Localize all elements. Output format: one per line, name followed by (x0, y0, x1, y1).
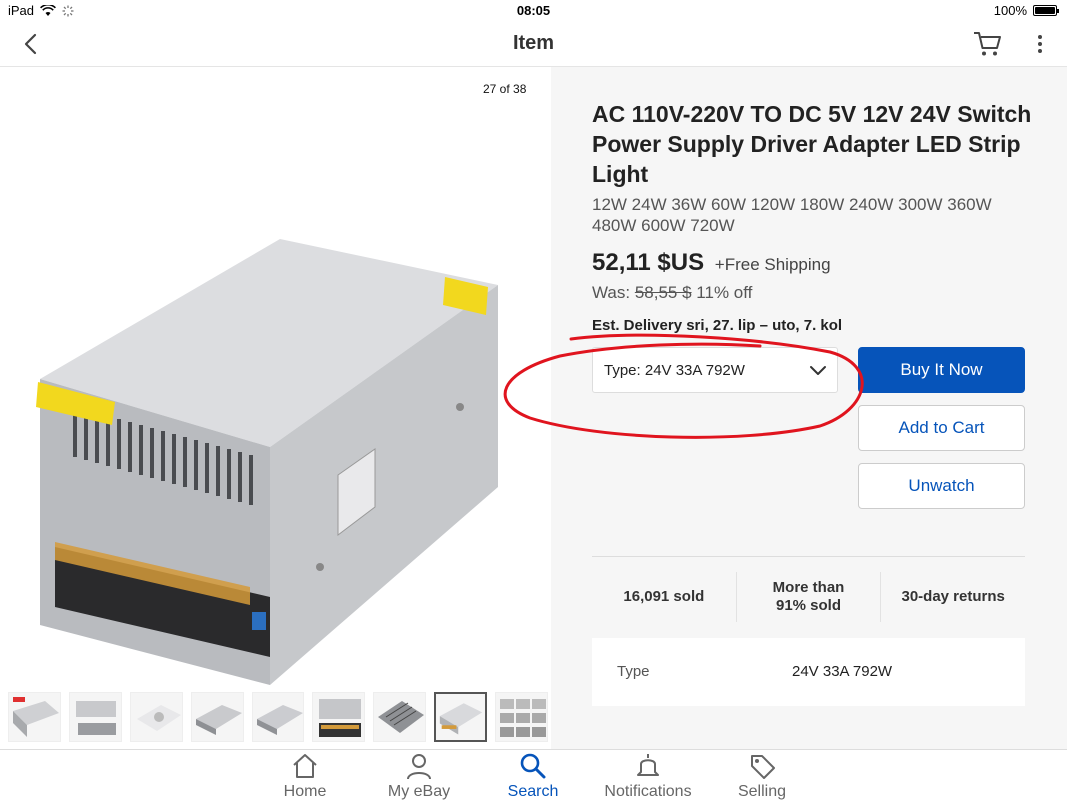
tab-search[interactable]: Search (478, 752, 588, 800)
bottom-tab-bar: Home My eBay Search Notifications Sellin… (0, 749, 1067, 800)
current-price: 52,11 $US (592, 249, 705, 276)
was-label: Was: (592, 283, 631, 302)
original-price: 58,55 $ (634, 283, 692, 302)
thumbnail-image-selected[interactable] (434, 692, 488, 742)
variation-select[interactable]: Type: 24V 33A 792W (592, 347, 838, 393)
tag-icon (751, 755, 775, 779)
estimated-delivery: Est. Delivery sri, 27. lip – uto, 7. kol (592, 317, 843, 334)
sold-percent: More than 91% sold (735, 572, 881, 622)
variation-selected-value: Type: 24V 33A 792W (604, 362, 745, 379)
thumbnail-image[interactable] (251, 692, 305, 742)
thumbnail-strip (8, 692, 549, 746)
person-icon (407, 754, 431, 780)
battery-icon (1033, 5, 1059, 16)
tab-label: My eBay (387, 783, 451, 800)
was-price-row: Was: 58,55 $ 11% off (592, 283, 752, 303)
tab-label: Notifications (604, 783, 692, 800)
thumbnail-image[interactable] (68, 692, 122, 742)
unwatch-button[interactable]: Unwatch (858, 463, 1025, 509)
sold-percent-line1: More than (772, 579, 845, 596)
item-details-panel: AC 110V-220V TO DC 5V 12V 24V Switch Pow… (551, 67, 1067, 749)
more-options-icon[interactable] (1033, 32, 1047, 56)
item-stats: 16,091 sold More than 91% sold 30-day re… (592, 572, 1025, 622)
battery-percent: 100% (993, 3, 1027, 18)
divider (592, 556, 1025, 557)
tab-home[interactable]: Home (250, 752, 360, 800)
thumbnail-image[interactable] (312, 692, 366, 742)
add-to-cart-button[interactable]: Add to Cart (858, 405, 1025, 451)
price-row: 52,11 $US +Free Shipping (592, 249, 831, 277)
thumbnail-image[interactable] (373, 692, 427, 742)
cart-icon[interactable] (973, 30, 1003, 58)
chevron-down-icon (810, 366, 826, 375)
discount-text: 11% off (696, 283, 753, 302)
thumbnail-image[interactable] (129, 692, 183, 742)
thumbnail-image[interactable] (8, 692, 61, 742)
bell-icon (637, 754, 659, 776)
status-time: 08:05 (516, 3, 551, 18)
returns-policy: 30-day returns (880, 572, 1025, 622)
thumbnail-image[interactable] (190, 692, 244, 742)
tab-label: Search (507, 783, 559, 800)
home-icon (293, 754, 317, 778)
buy-it-now-button[interactable]: Buy It Now (858, 347, 1025, 393)
product-title: AC 110V-220V TO DC 5V 12V 24V Switch Pow… (592, 101, 1032, 187)
sold-percent-line2: 91% sold (775, 597, 842, 614)
shipping-text: +Free Shipping (714, 255, 831, 274)
nav-header: Item (0, 22, 1067, 67)
spec-key: Type (617, 663, 650, 680)
page-title: Item (512, 32, 555, 54)
image-gallery[interactable]: 27 of 38 (0, 67, 551, 749)
product-subtitle: 12W 24W 36W 60W 120W 180W 240W 300W 360W… (592, 195, 992, 235)
item-specifics-row: Type 24V 33A 792W (592, 638, 1025, 706)
tab-my-ebay[interactable]: My eBay (364, 752, 474, 800)
tab-label: Selling (737, 783, 787, 800)
sold-count: 16,091 sold (623, 588, 705, 605)
spec-value: 24V 33A 792W (792, 663, 893, 680)
thumbnail-image[interactable] (495, 692, 549, 742)
image-counter: 27 of 38 (483, 82, 527, 96)
tab-notifications[interactable]: Notifications (593, 752, 703, 800)
search-icon (520, 753, 546, 779)
status-bar: iPad 08:05 100% (0, 0, 1067, 22)
product-image[interactable] (20, 157, 520, 697)
tab-label: Home (283, 783, 327, 800)
tab-selling[interactable]: Selling (707, 752, 817, 800)
